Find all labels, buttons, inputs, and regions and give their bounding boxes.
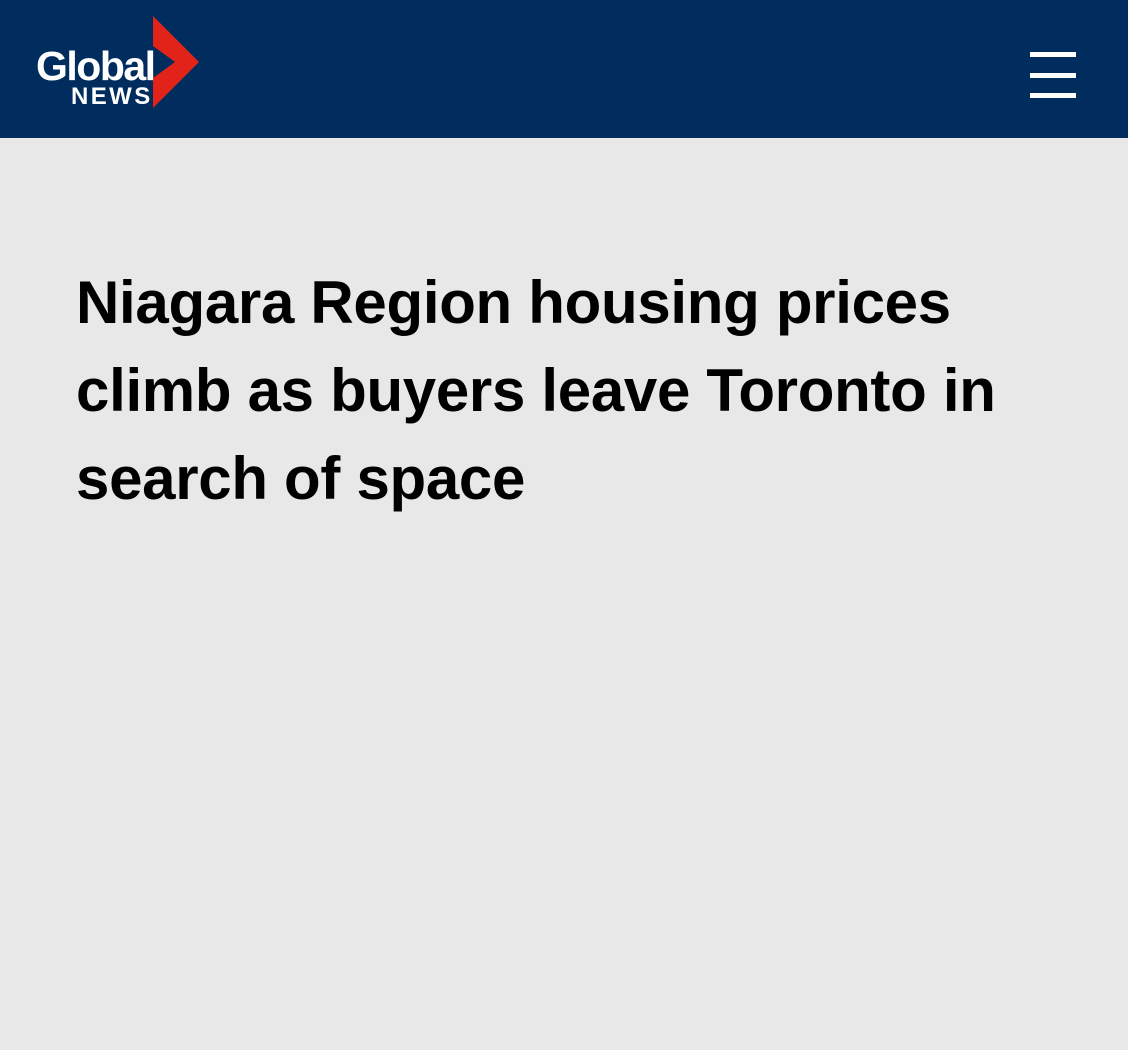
global-news-logo[interactable]: Global NEWS: [34, 14, 204, 114]
logo-wordmark-news: NEWS: [71, 83, 153, 110]
site-header: Global NEWS: [0, 0, 1128, 138]
menu-button[interactable]: [1022, 44, 1084, 104]
article-area: Niagara Region housing prices climb as b…: [0, 138, 1128, 1050]
hamburger-menu-icon: [1030, 52, 1076, 98]
article-headline: Niagara Region housing prices climb as b…: [76, 269, 996, 512]
logo-wordmark-global: Global: [36, 43, 156, 89]
